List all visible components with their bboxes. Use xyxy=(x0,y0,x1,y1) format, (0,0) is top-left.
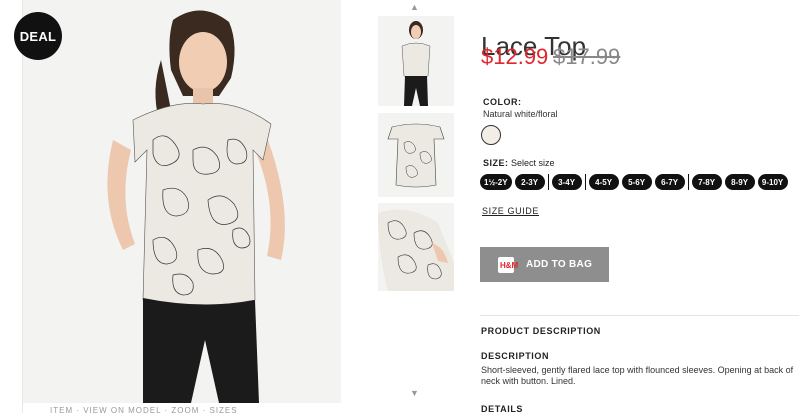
price-original: $17.99 xyxy=(553,44,621,69)
size-divider xyxy=(687,174,689,190)
size-option-6-7y[interactable]: 6-7Y xyxy=(654,174,685,190)
thumbnails-up-arrow-icon[interactable]: ▲ xyxy=(410,2,419,12)
section-divider xyxy=(480,315,799,316)
thumbnails-down-arrow-icon[interactable]: ▼ xyxy=(410,388,419,398)
size-option-9-10y[interactable]: 9-10Y xyxy=(757,174,788,190)
thumbnail-flat[interactable] xyxy=(378,113,454,197)
color-swatch-natural-white[interactable] xyxy=(481,125,501,145)
size-option-4-5y[interactable]: 4-5Y xyxy=(588,174,619,190)
size-hint: Select size xyxy=(511,158,555,168)
color-value: Natural white/floral xyxy=(483,109,558,119)
description-heading: DESCRIPTION xyxy=(481,351,550,361)
size-label: SIZE: Select size xyxy=(483,158,555,168)
thumbnail-model[interactable] xyxy=(378,16,454,106)
size-option-8-9y[interactable]: 8-9Y xyxy=(724,174,755,190)
main-product-photo[interactable] xyxy=(23,0,341,403)
color-label: COLOR: xyxy=(483,97,522,107)
bag-icon-brand: H&M xyxy=(500,260,519,270)
girl-in-lace-top-image xyxy=(23,0,341,403)
add-to-bag-button[interactable]: H&M ADD TO BAG xyxy=(480,247,609,282)
thumbnail-model-image xyxy=(378,16,454,106)
product-description-heading[interactable]: PRODUCT DESCRIPTION xyxy=(481,326,601,336)
size-option-2-3y[interactable]: 2-3Y xyxy=(514,174,545,190)
size-option-3-4y[interactable]: 3-4Y xyxy=(551,174,582,190)
price-current: $12.99 xyxy=(481,44,549,69)
thumbnail-detail-image xyxy=(378,203,454,291)
size-option-1-2y[interactable]: 1½-2Y xyxy=(480,174,512,190)
add-to-bag-label: ADD TO BAG xyxy=(526,259,593,270)
size-guide-link[interactable]: SIZE GUIDE xyxy=(482,206,539,216)
size-label-text: SIZE: xyxy=(483,158,509,168)
size-options: 1½-2Y 2-3Y 3-4Y 4-5Y 5-6Y 6-7Y 7-8Y 8-9Y… xyxy=(480,174,791,190)
description-text: Short-sleeved, gently flared lace top wi… xyxy=(481,365,794,386)
size-option-5-6y[interactable]: 5-6Y xyxy=(621,174,652,190)
size-divider xyxy=(547,174,549,190)
thumbnail-detail[interactable] xyxy=(378,203,454,291)
deal-badge: DEAL xyxy=(14,12,62,60)
size-option-7-8y[interactable]: 7-8Y xyxy=(691,174,722,190)
photo-caption: ITEM · VIEW ON MODEL · ZOOM · SIZES xyxy=(50,406,238,415)
size-divider xyxy=(584,174,586,190)
shopping-bag-icon: H&M xyxy=(498,256,518,273)
thumbnail-flat-image xyxy=(378,113,454,197)
